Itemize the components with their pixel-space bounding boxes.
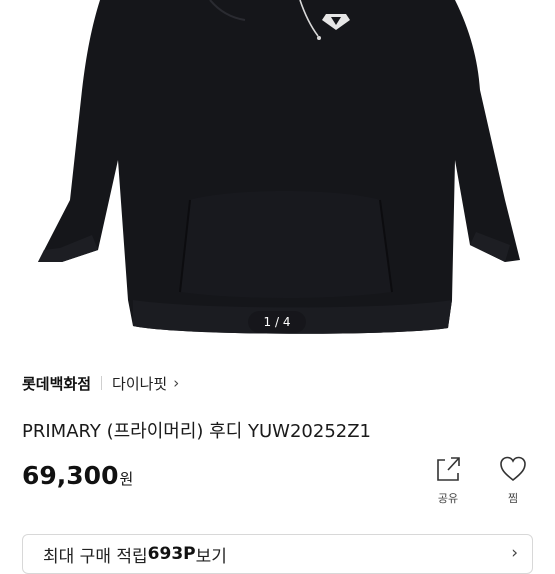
wishlist-button[interactable]: 찜 [493, 454, 533, 506]
store-row: 롯데백화점 다이나핏 › [22, 372, 179, 394]
points-suffix: 보기 [195, 546, 227, 567]
product-price: 69,300 원 [22, 461, 133, 490]
hoodie-image [38, 0, 520, 334]
store-name: 롯데백화점 [22, 374, 92, 393]
points-prefix: 최대 구매 적립 [43, 546, 148, 567]
heart-icon [500, 456, 526, 482]
product-title: PRIMARY (프라이머리) 후디 YUW20252Z1 [22, 421, 372, 442]
share-label: 공유 [437, 492, 459, 505]
share-icon [437, 457, 460, 481]
chevron-right-icon: › [511, 543, 518, 563]
wishlist-label: 찜 [507, 492, 519, 505]
price-unit: 원 [119, 470, 134, 488]
points-amount: 693P [147, 544, 196, 564]
points-banner[interactable]: 최대 구매 적립 693P 보기 › [22, 534, 533, 574]
brand-name: 다이나핏 [112, 374, 168, 393]
chevron-right-icon: › [173, 374, 180, 392]
store-divider [101, 376, 103, 390]
product-image-gallery[interactable]: 1 / 4 [0, 0, 555, 352]
image-pager: 1 / 4 [248, 311, 306, 333]
brand-link[interactable]: 다이나핏 › [112, 373, 179, 394]
price-amount: 69,300 [22, 461, 119, 490]
share-button[interactable]: 공유 [428, 454, 468, 506]
